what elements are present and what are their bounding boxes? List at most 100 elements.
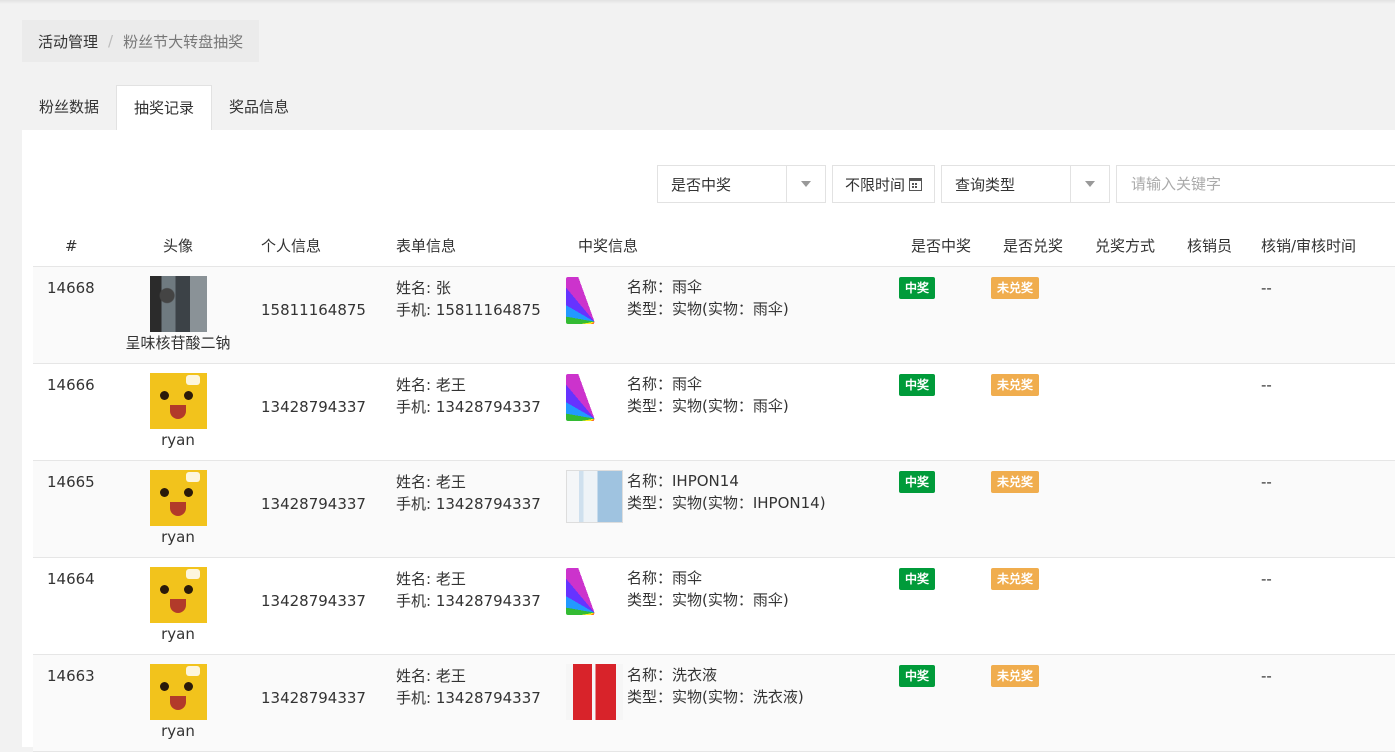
nickname: ryan bbox=[161, 722, 195, 740]
avatar bbox=[149, 276, 207, 332]
verify-time: -- bbox=[1261, 667, 1272, 685]
form-name: 姓名: 老王 bbox=[396, 667, 466, 685]
redeem-status-badge: 未兑奖 bbox=[991, 471, 1040, 493]
tab-prize-info[interactable]: 奖品信息 bbox=[212, 85, 306, 130]
query-type-select[interactable]: 查询类型 bbox=[941, 165, 1111, 203]
win-status-select-value: 是否中奖 bbox=[671, 175, 732, 194]
calendar-icon bbox=[909, 177, 923, 191]
table-header: # 头像 个人信息 表单信息 中奖信息 是否中奖 是否兑奖 兑奖方式 核销员 核… bbox=[33, 225, 1395, 267]
table-row: 14668 呈味核苷酸二钠 15811164875 姓名: 张 手机: 1581… bbox=[33, 267, 1395, 364]
records-panel: 是否中奖 不限时间 查询类型 # 头像 个人信息 表单信息 中奖信息 是否中奖 … bbox=[22, 130, 1395, 752]
prize-name: 名称：雨伞 bbox=[627, 569, 703, 587]
avatar-cell: ryan bbox=[123, 567, 233, 644]
win-badge: 中奖 bbox=[899, 665, 936, 687]
avatar-cell: ryan bbox=[123, 470, 233, 547]
personal-phone: 13428794337 bbox=[261, 398, 366, 416]
phone-prize-image bbox=[566, 470, 623, 523]
win-badge: 中奖 bbox=[899, 277, 936, 299]
avatar bbox=[149, 664, 207, 720]
prize-text: 名称：洗衣液 类型：实物(实物：洗衣液) bbox=[627, 664, 804, 708]
verify-time: -- bbox=[1261, 376, 1272, 394]
redeem-status-badge: 未兑奖 bbox=[991, 277, 1040, 299]
breadcrumb-home-link[interactable]: 活动管理 bbox=[38, 31, 98, 52]
win-status-select-arrow[interactable] bbox=[786, 166, 825, 202]
prize-name: 名称：雨伞 bbox=[627, 278, 703, 296]
win-badge: 中奖 bbox=[899, 471, 936, 493]
prize-text: 名称：雨伞 类型：实物(实物：雨伞) bbox=[627, 567, 789, 611]
column-header-redeemed: 是否兑奖 bbox=[1003, 237, 1064, 255]
form-phone: 手机: 15811164875 bbox=[396, 301, 541, 319]
column-header-redeem-method: 兑奖方式 bbox=[1095, 237, 1156, 255]
keyword-search-input[interactable] bbox=[1116, 165, 1395, 203]
tab-lottery-records[interactable]: 抽奖记录 bbox=[116, 85, 213, 131]
form-phone: 手机: 13428794337 bbox=[396, 689, 541, 707]
breadcrumb-separator: / bbox=[108, 32, 114, 50]
records-table: # 头像 个人信息 表单信息 中奖信息 是否中奖 是否兑奖 兑奖方式 核销员 核… bbox=[33, 225, 1395, 752]
time-range-label: 不限时间 bbox=[845, 175, 906, 194]
chevron-down-icon bbox=[1085, 181, 1096, 187]
row-id: 14668 bbox=[47, 279, 95, 297]
detergent-prize-image bbox=[566, 664, 623, 720]
prize-text: 名称：IHPON14 类型：实物(实物：IHPON14) bbox=[627, 470, 826, 514]
form-name: 姓名: 老王 bbox=[396, 376, 466, 394]
table-row: 14664 ryan 13428794337 姓名: 老王 手机: 134287… bbox=[33, 558, 1395, 655]
breadcrumb: 活动管理 / 粉丝节大转盘抽奖 bbox=[22, 20, 260, 62]
verify-time: -- bbox=[1261, 570, 1272, 588]
personal-phone: 13428794337 bbox=[261, 689, 366, 707]
column-header-id: # bbox=[65, 236, 78, 255]
column-header-personal-info: 个人信息 bbox=[261, 237, 322, 255]
form-name: 姓名: 老王 bbox=[396, 473, 466, 491]
query-type-select-arrow[interactable] bbox=[1070, 166, 1109, 202]
form-phone: 手机: 13428794337 bbox=[396, 592, 541, 610]
table-row: 14666 ryan 13428794337 姓名: 老王 手机: 134287… bbox=[33, 364, 1395, 461]
nickname: 呈味核苷酸二钠 bbox=[125, 334, 231, 352]
umbrella-prize-image bbox=[566, 374, 623, 421]
column-header-verifier: 核销员 bbox=[1187, 237, 1233, 255]
breadcrumb-current: 粉丝节大转盘抽奖 bbox=[123, 32, 244, 51]
redeem-status-badge: 未兑奖 bbox=[991, 374, 1040, 396]
avatar bbox=[149, 470, 207, 526]
avatar-cell: ryan bbox=[123, 664, 233, 741]
redeem-status-badge: 未兑奖 bbox=[991, 568, 1040, 590]
umbrella-prize-image bbox=[566, 277, 623, 324]
redeem-status-badge: 未兑奖 bbox=[991, 665, 1040, 687]
prize-name: 名称：雨伞 bbox=[627, 375, 703, 393]
chevron-down-icon bbox=[801, 181, 811, 187]
row-id: 14666 bbox=[47, 376, 95, 394]
prize-type: 类型：实物(实物：雨伞) bbox=[627, 397, 789, 415]
top-shadow bbox=[0, 0, 1395, 4]
column-header-verify-time: 核销/审核时间 bbox=[1261, 237, 1357, 255]
win-badge: 中奖 bbox=[899, 374, 936, 396]
column-header-form-info: 表单信息 bbox=[396, 237, 457, 255]
win-status-select[interactable]: 是否中奖 bbox=[657, 165, 826, 203]
tab-fan-data[interactable]: 粉丝数据 bbox=[22, 85, 116, 130]
personal-phone: 13428794337 bbox=[261, 495, 366, 513]
query-type-select-value: 查询类型 bbox=[955, 175, 1016, 194]
column-header-prize-info: 中奖信息 bbox=[578, 237, 639, 255]
form-name: 姓名: 老王 bbox=[396, 570, 466, 588]
form-name: 姓名: 张 bbox=[396, 279, 451, 297]
prize-type: 类型：实物(实物：洗衣液) bbox=[627, 688, 804, 706]
prize-text: 名称：雨伞 类型：实物(实物：雨伞) bbox=[627, 373, 789, 417]
nickname: ryan bbox=[161, 625, 195, 643]
form-phone: 手机: 13428794337 bbox=[396, 398, 541, 416]
prize-name: 名称：洗衣液 bbox=[627, 666, 718, 684]
win-badge: 中奖 bbox=[899, 568, 936, 590]
row-id: 14664 bbox=[47, 570, 95, 588]
row-id: 14665 bbox=[47, 473, 95, 491]
prize-text: 名称：雨伞 类型：实物(实物：雨伞) bbox=[627, 276, 789, 320]
avatar-cell: 呈味核苷酸二钠 bbox=[123, 276, 233, 353]
nickname: ryan bbox=[161, 431, 195, 449]
prize-type: 类型：实物(实物：雨伞) bbox=[627, 300, 789, 318]
prize-type: 类型：实物(实物：雨伞) bbox=[627, 591, 789, 609]
nickname: ryan bbox=[161, 528, 195, 546]
table-row: 14665 ryan 13428794337 姓名: 老王 手机: 134287… bbox=[33, 461, 1395, 558]
avatar-cell: ryan bbox=[123, 373, 233, 450]
avatar bbox=[149, 567, 207, 623]
verify-time: -- bbox=[1261, 279, 1272, 297]
column-header-win: 是否中奖 bbox=[911, 237, 972, 255]
row-id: 14663 bbox=[47, 667, 95, 685]
personal-phone: 13428794337 bbox=[261, 592, 366, 610]
time-range-picker[interactable]: 不限时间 bbox=[832, 165, 936, 203]
personal-phone: 15811164875 bbox=[261, 301, 366, 319]
